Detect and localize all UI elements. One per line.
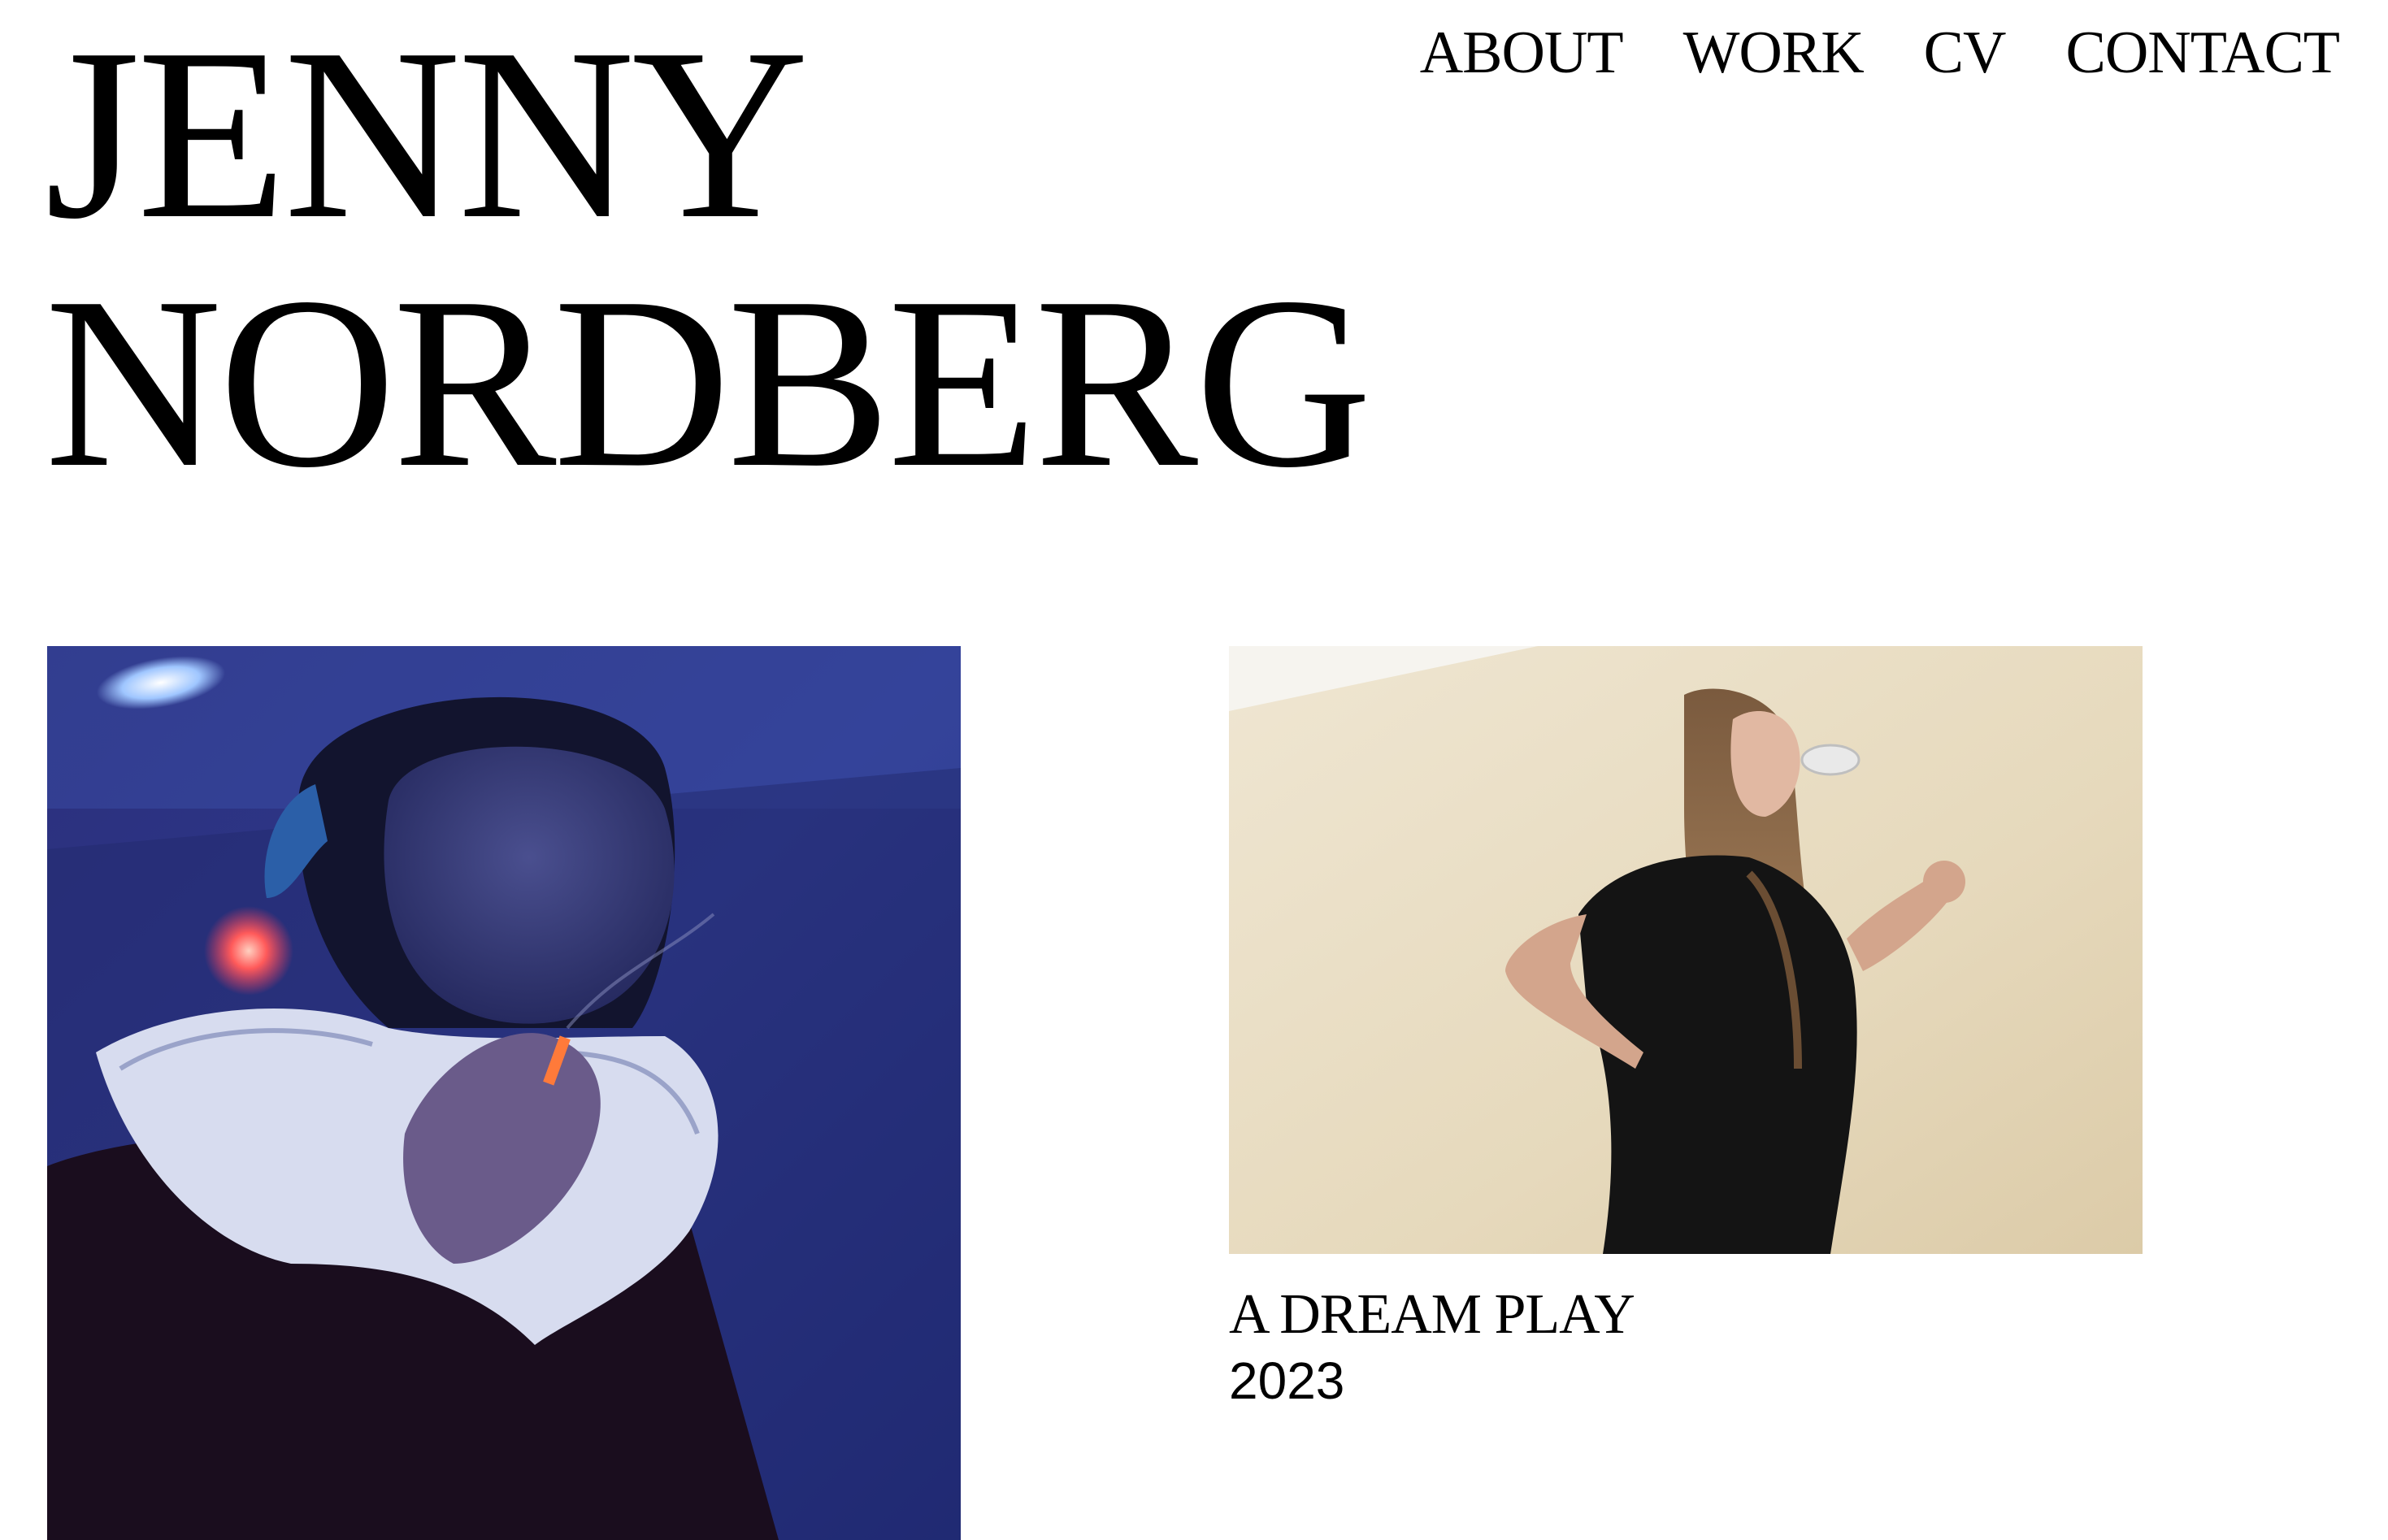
project-photo-a-dream-play[interactable] — [1229, 646, 2143, 1254]
nav-work-link[interactable]: WORK — [1683, 18, 1865, 88]
site-title[interactable]: JENNY NORDBERG — [45, 0, 1372, 518]
project-caption: A DREAM PLAY 2023 — [1229, 1283, 2143, 1415]
site-title-line-2: NORDBERG — [45, 247, 1372, 518]
nav-about-link[interactable]: ABOUT — [1420, 18, 1624, 88]
project-card[interactable] — [47, 646, 961, 1540]
main-nav: ABOUT WORK CV CONTACT — [1420, 18, 2340, 88]
photo-woman-against-textured-wall — [1229, 646, 2143, 1254]
nav-contact-link[interactable]: CONTACT — [2065, 18, 2340, 88]
project-year: 2023 — [1229, 1351, 1345, 1410]
project-photo-woman-smoking[interactable] — [47, 646, 961, 1540]
site-title-line-1: JENNY — [45, 0, 809, 270]
photo-woman-smoking-blue-light — [47, 646, 961, 1540]
nav-cv-link[interactable]: CV — [1924, 18, 2007, 88]
project-card[interactable]: A DREAM PLAY 2023 — [1229, 646, 2143, 1415]
project-title[interactable]: A DREAM PLAY — [1229, 1283, 2143, 1347]
